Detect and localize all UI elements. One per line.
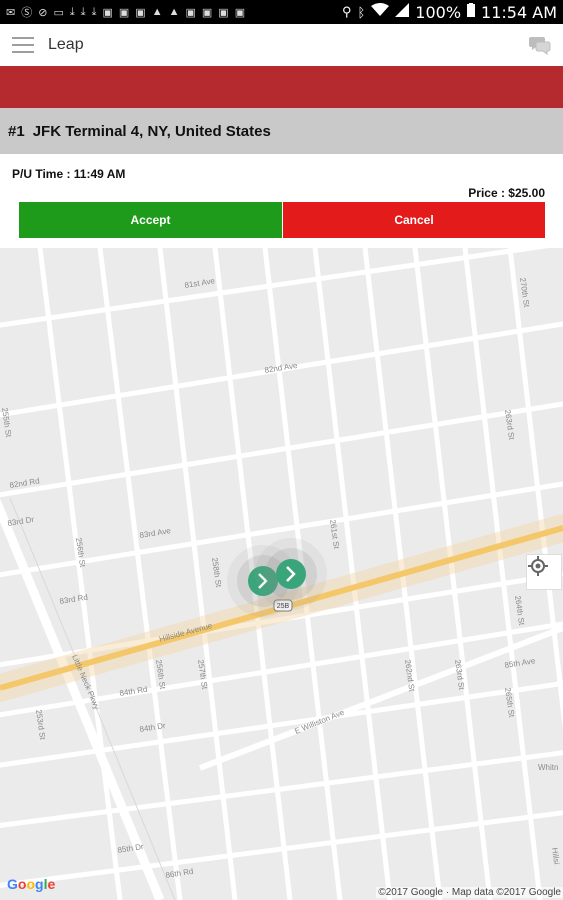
street-label: 261st St — [328, 519, 341, 550]
street-label: 258th St — [210, 557, 223, 589]
trip-price: Price : $25.00 — [468, 186, 545, 200]
my-location-button[interactable] — [526, 554, 562, 590]
crosshair-icon — [528, 556, 548, 576]
clock: 11:54 AM — [481, 2, 557, 22]
battery-icon — [467, 3, 476, 21]
bluetooth-icon: ᛒ — [357, 4, 366, 20]
image-icon: ▣ — [118, 6, 130, 19]
skype-icon: Ⓢ — [21, 7, 33, 19]
image-icon: ▣ — [201, 6, 213, 19]
cancel-button[interactable]: Cancel — [283, 202, 545, 238]
street-label: 84th Dr — [139, 721, 167, 734]
street-label: 253rd St — [34, 709, 47, 741]
warning-icon: ▲ — [168, 6, 180, 18]
trip-location: JFK Terminal 4, NY, United States — [32, 122, 271, 140]
street-label: 85th Ave — [504, 656, 537, 670]
map-view[interactable]: 25B 81st Ave 82nd Ave 82nd Rd 83rd Dr 83… — [0, 248, 563, 900]
status-bar: ✉ Ⓢ ⊘ ▭ ⤓ ⤓ ⤓ ▣ ▣ ▣ ▲ ▲ ▣ ▣ ▣ ▣ ⚲ ᛒ 100%… — [0, 0, 563, 24]
system-icons: ⚲ ᛒ 100% 11:54 AM — [342, 3, 557, 22]
wifi-icon — [371, 3, 390, 21]
chat-icon[interactable] — [529, 35, 551, 55]
location-icon: ⚲ — [341, 4, 352, 19]
image-icon: ▣ — [185, 6, 196, 19]
download-icon: ⤓ — [69, 5, 75, 18]
street-label: Hillsi — [550, 847, 561, 865]
trip-details: P/U Time : 11:49 AM Price : $25.00 Accep… — [0, 154, 563, 248]
street-label: 264th St — [513, 595, 526, 627]
street-label: 81st Ave — [184, 276, 216, 290]
block-icon: ⊘ — [38, 6, 48, 19]
street-label: 83rd Ave — [139, 526, 172, 540]
battery-percent: 100% — [415, 2, 462, 22]
accept-button[interactable]: Accept — [19, 202, 282, 238]
driver-marker-icon[interactable] — [255, 538, 327, 610]
pickup-time: P/U Time : 11:49 AM — [12, 167, 126, 181]
mail-icon: ✉ — [6, 6, 16, 19]
menu-icon[interactable] — [12, 37, 34, 53]
signal-icon — [395, 3, 410, 21]
street-label: 270th St — [518, 277, 531, 309]
download-icon: ⤓ — [80, 5, 86, 18]
trip-number: #1 — [8, 122, 25, 140]
map-canvas: 25B 81st Ave 82nd Ave 82nd Rd 83rd Dr 83… — [0, 248, 563, 900]
image-icon: ▣ — [234, 6, 246, 19]
warning-icon: ▲ — [151, 6, 163, 18]
download-icon: ⤓ — [91, 5, 97, 18]
app-title: Leap — [48, 36, 84, 53]
notification-icons: ✉ Ⓢ ⊘ ▭ ⤓ ⤓ ⤓ ▣ ▣ ▣ ▲ ▲ ▣ ▣ ▣ ▣ — [6, 4, 245, 20]
map-attribution[interactable]: ©2017 Google · Map data ©2017 Google — [376, 887, 563, 898]
street-label: 84th Rd — [119, 685, 148, 698]
image-icon: ▣ — [135, 6, 146, 19]
app-bar: Leap — [0, 24, 563, 66]
image-icon: ▣ — [102, 6, 113, 19]
street-label: Whitn — [538, 763, 558, 772]
trip-header: #1 JFK Terminal 4, NY, United States — [0, 108, 563, 154]
google-logo: Google — [7, 876, 56, 892]
voicemail-icon: ▭ — [53, 6, 64, 19]
alert-banner — [0, 66, 563, 108]
image-icon: ▣ — [218, 6, 229, 19]
street-label: 83rd Dr — [7, 515, 35, 528]
